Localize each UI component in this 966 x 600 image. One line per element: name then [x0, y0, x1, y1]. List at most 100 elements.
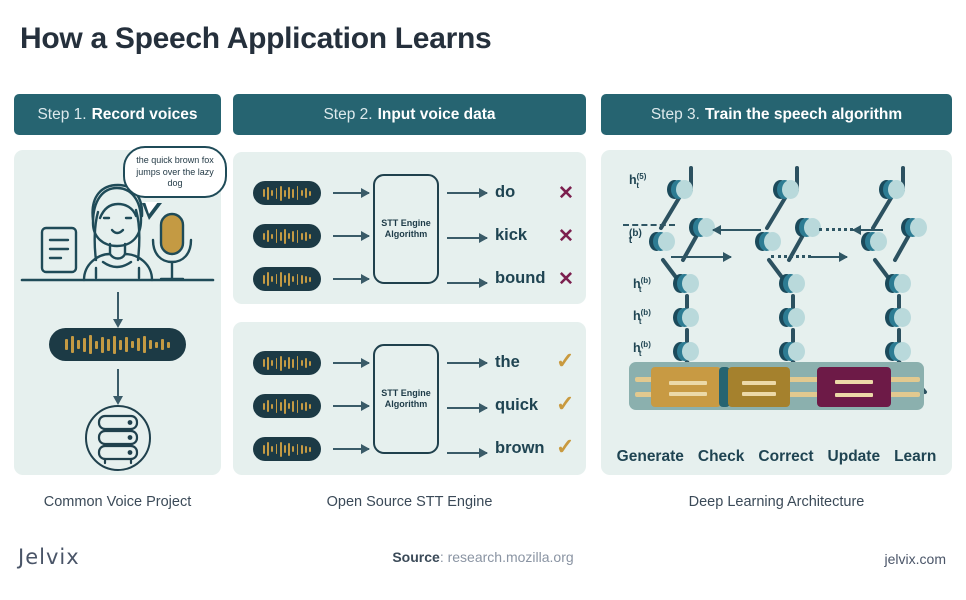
step-1-prefix: Step 1.	[37, 105, 87, 123]
arrow-right-out-6	[447, 448, 488, 458]
stt-engine-line1: STT Engine	[381, 388, 431, 398]
stt-engine-box-correct: STT Engine Algorithm	[373, 344, 439, 454]
speech-bubble-tail	[142, 202, 162, 220]
step-2-prefix: Step 2.	[323, 105, 373, 123]
arrow-right-in-6	[333, 444, 370, 454]
result-mark-x-2: ✕	[558, 226, 574, 247]
nn-node	[879, 180, 905, 199]
waveform-pill-small	[253, 394, 321, 418]
database-icon	[97, 414, 139, 465]
stt-row-incorrect-1	[253, 177, 370, 209]
result-mark-check-2: ✓	[556, 391, 575, 416]
nn-node	[773, 180, 799, 199]
output-card-maroon	[817, 367, 891, 407]
stt-engine-line2: Algorithm	[384, 399, 428, 409]
arrow-right-out-5	[447, 403, 488, 413]
stt-row-correct-2	[253, 390, 370, 422]
website-url[interactable]: jelvix.com	[885, 551, 946, 567]
speech-bubble-text: the quick brown fox jumps over the lazy …	[136, 155, 214, 188]
result-word-3: bound	[495, 269, 546, 287]
caption-1: Common Voice Project	[43, 494, 192, 510]
result-mark-x-1: ✕	[558, 183, 574, 204]
stt-row-incorrect-3	[253, 263, 370, 295]
nn-dashed-left	[623, 224, 675, 226]
result-mark-check-1: ✓	[556, 348, 575, 373]
flow-arrow-down-1	[113, 292, 123, 328]
process-word-correct: Correct	[758, 448, 814, 465]
microphone-icon	[151, 212, 193, 281]
result-word-5: quick	[495, 396, 539, 414]
stt-engine-line1: STT Engine	[381, 218, 431, 228]
nn-node	[795, 218, 821, 237]
stt-engine-line2: Algorithm	[384, 229, 428, 239]
nn-node	[673, 342, 699, 361]
waveform-pill-small	[253, 267, 321, 291]
panel-record-voices: the quick brown fox jumps over the lazy …	[14, 146, 227, 475]
caption-3: Deep Learning Architecture	[688, 494, 865, 510]
waveform-pill-small	[253, 181, 321, 205]
waveform-pill-small	[253, 224, 321, 248]
panel-stt-correct: STT Engine Algorithm the ✓ quick ✓ brown…	[233, 322, 586, 475]
nn-dotted-fwd	[771, 255, 811, 258]
flow-arrow-down-2	[113, 369, 123, 405]
nn-node	[885, 308, 911, 327]
nn-node	[649, 232, 675, 251]
process-word-check: Check	[697, 448, 745, 465]
source-line: Source: research.mozilla.org	[392, 549, 574, 565]
process-word-generate: Generate	[616, 448, 684, 465]
arrow-right-in-2	[333, 231, 370, 241]
nn-dotted-back	[819, 228, 853, 231]
stt-engine-box-incorrect: STT Engine Algorithm	[373, 174, 439, 284]
arrow-right-in-5	[333, 401, 370, 411]
result-word-2: kick	[495, 226, 528, 244]
result-word-4: the	[495, 353, 520, 371]
step-header-2: Step 2. Input voice data	[233, 94, 586, 135]
nn-node	[779, 342, 805, 361]
nn-node	[755, 232, 781, 251]
arrow-right-out-3	[447, 278, 488, 288]
waveform-pill-small	[253, 351, 321, 375]
arrow-right-out-4	[447, 358, 488, 368]
nn-node	[779, 274, 805, 293]
nn-arrow-backward-2	[852, 225, 883, 235]
page-title: How a Speech Application Learns	[20, 22, 492, 55]
step-header-3: Step 3. Train the speech algorithm	[601, 94, 952, 135]
output-card-gold-1	[651, 367, 721, 407]
nn-node	[901, 218, 927, 237]
waveform-pill-small	[253, 437, 321, 461]
step-3-prefix: Step 3.	[650, 105, 700, 123]
panel-deep-learning: h(5)t (b)t h(b)t h(b)t h(b)t Generate Ch…	[601, 150, 952, 475]
step-3-label: Train the speech algorithm	[704, 105, 903, 123]
process-word-list: Generate Check Correct Update Learn	[601, 448, 952, 466]
nn-node	[885, 342, 911, 361]
arrow-right-out-2	[447, 233, 488, 243]
result-word-6: brown	[495, 439, 545, 457]
infographic-page: How a Speech Application Learns Step 1. …	[0, 0, 966, 600]
step-header-1: Step 1. Record voices	[14, 94, 221, 135]
nn-arrow-backward-1	[712, 225, 761, 235]
arrow-right-in-1	[333, 188, 370, 198]
panel-stt-incorrect: STT Engine Algorithm do ✕ kick ✕ bound ✕	[233, 152, 586, 304]
source-value: research.mozilla.org	[447, 549, 574, 565]
stt-row-correct-1	[253, 347, 370, 379]
nn-node	[779, 308, 805, 327]
nn-node	[667, 180, 693, 199]
nn-arrow-forward-1	[671, 252, 732, 262]
nn-node	[673, 308, 699, 327]
source-label: Source	[392, 549, 440, 565]
nn-node	[885, 274, 911, 293]
speech-bubble: the quick brown fox jumps over the lazy …	[123, 146, 227, 198]
process-word-update: Update	[827, 448, 881, 465]
process-word-learn: Learn	[894, 448, 937, 465]
arrow-right-out-1	[447, 188, 488, 198]
nn-node	[861, 232, 887, 251]
step-2-label: Input voice data	[377, 105, 496, 123]
stt-row-correct-3	[253, 433, 370, 465]
arrow-right-in-4	[333, 358, 370, 368]
step-1-label: Record voices	[91, 105, 198, 123]
output-slab	[629, 362, 924, 410]
result-mark-x-3: ✕	[558, 269, 574, 290]
waveform-pill	[49, 328, 186, 361]
result-word-1: do	[495, 183, 516, 201]
output-card-gold-2	[728, 367, 790, 407]
